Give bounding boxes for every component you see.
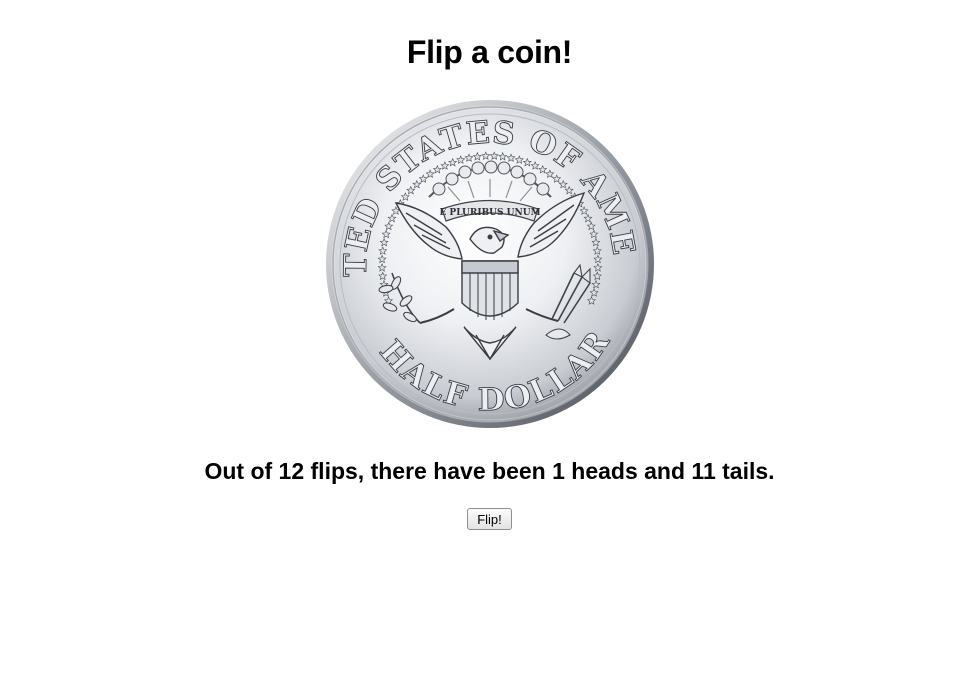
- half-dollar-coin-icon: UNITED STATES OF AMERICA HALF DOLLAR: [324, 97, 654, 428]
- flip-summary-text: Out of 12 flips, there have been 1 heads…: [204, 458, 775, 484]
- coin-flip-page: Flip a coin! TED STATES OF AME HALF DOLL…: [0, 0, 959, 691]
- coin-image: UNITED STATES OF AMERICA HALF DOLLAR: [324, 97, 656, 431]
- coin-motto-text: E PLURIBUS UNUM: [439, 208, 540, 218]
- page-title: Flip a coin!: [406, 34, 573, 70]
- flip-button[interactable]: Flip!: [467, 508, 512, 530]
